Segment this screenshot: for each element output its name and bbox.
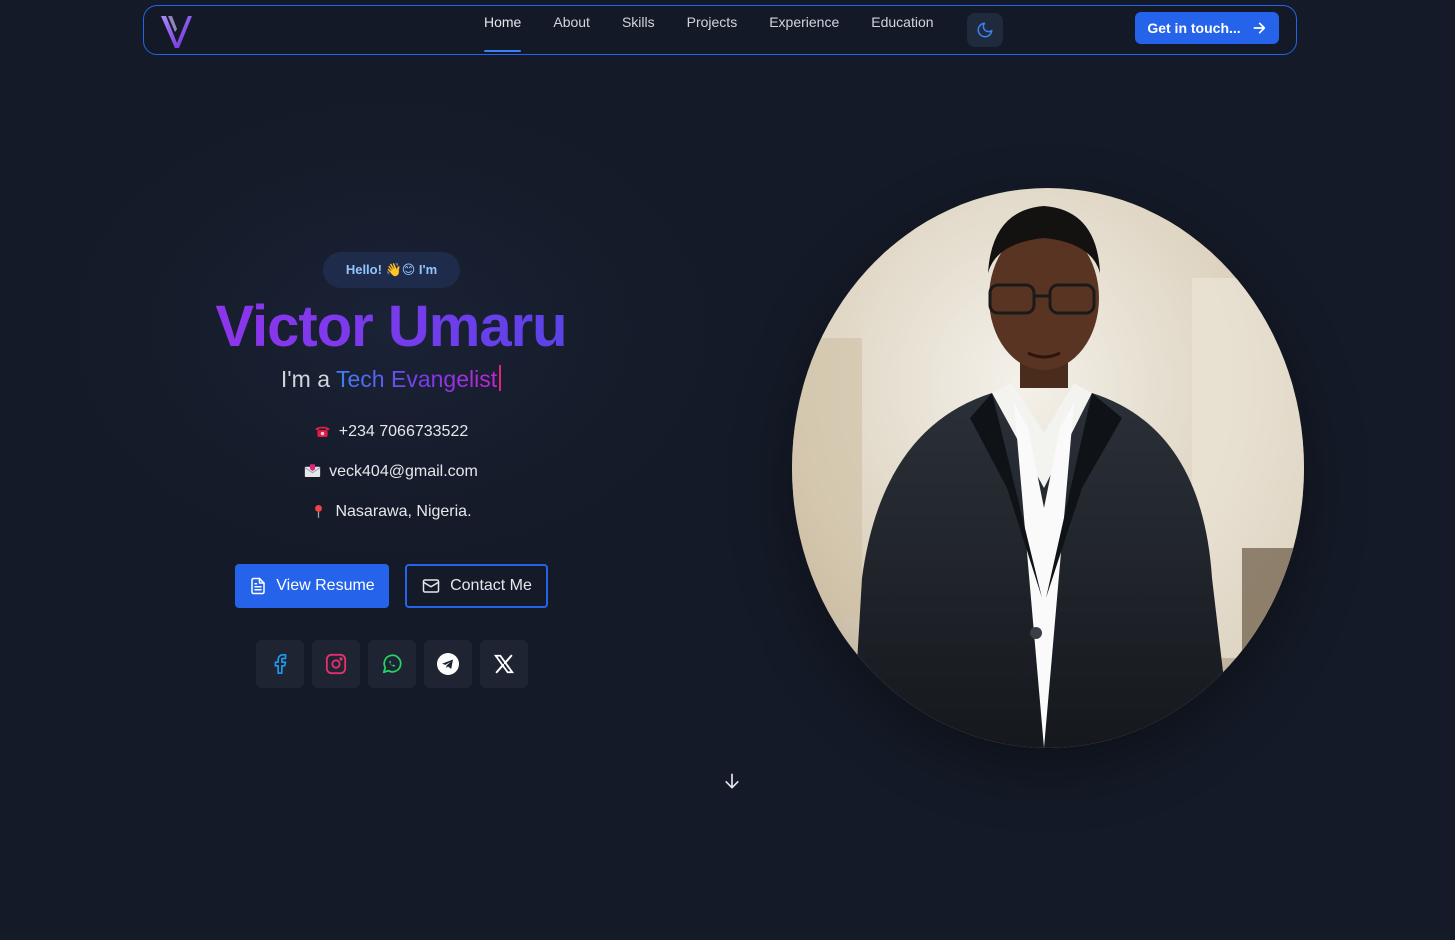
greeting-badge: Hello! 👋😊 I'm <box>323 252 460 288</box>
nav-link-education[interactable]: Education <box>855 6 949 54</box>
facebook-icon <box>274 654 287 674</box>
mail-icon <box>422 579 440 593</box>
email-address[interactable]: veck404@gmail.com <box>329 463 478 480</box>
logo-v-icon[interactable] <box>159 10 195 50</box>
nav-link-about[interactable]: About <box>537 6 606 54</box>
role-prefix: I'm a <box>280 366 331 392</box>
telegram-icon <box>437 653 459 675</box>
email-line: veck404@gmail.com <box>150 462 632 482</box>
location-line: Nasarawa, Nigeria. <box>150 502 632 522</box>
scroll-down-arrow-icon[interactable] <box>722 771 742 791</box>
instagram-link[interactable] <box>312 640 360 688</box>
social-links <box>256 640 528 688</box>
get-in-touch-label: Get in touch... <box>1147 20 1241 36</box>
nav-link-projects[interactable]: Projects <box>671 6 754 54</box>
document-icon <box>251 577 266 595</box>
get-in-touch-button[interactable]: Get in touch... <box>1135 12 1279 44</box>
profile-photo-illustration <box>792 188 1304 748</box>
hero-name: Victor Umaru <box>150 290 632 364</box>
x-link[interactable] <box>480 640 528 688</box>
view-resume-button[interactable]: View Resume <box>235 564 389 608</box>
phone-number[interactable]: +234 7066733522 <box>339 423 468 440</box>
contact-me-button[interactable]: Contact Me <box>405 564 548 608</box>
nav-link-home[interactable]: Home <box>468 6 537 54</box>
location-text: Nasarawa, Nigeria. <box>335 503 472 520</box>
envelope-icon <box>304 464 321 477</box>
arrow-right-icon <box>1253 22 1265 34</box>
facebook-link[interactable] <box>256 640 304 688</box>
x-icon <box>493 654 515 674</box>
profile-photo <box>792 188 1304 748</box>
moon-icon <box>977 22 993 38</box>
pin-icon <box>315 505 323 518</box>
nav-links: Home About Skills Projects Experience Ed… <box>468 6 950 54</box>
phone-line: +234 7066733522 <box>150 422 632 442</box>
telephone-icon <box>315 426 330 437</box>
whatsapp-link[interactable] <box>368 640 416 688</box>
navbar: Home About Skills Projects Experience Ed… <box>143 5 1297 55</box>
typing-cursor <box>499 365 502 391</box>
view-resume-label: View Resume <box>276 577 375 594</box>
hero-role: I'm a Tech Evangelist <box>150 363 632 395</box>
nav-link-experience[interactable]: Experience <box>753 6 855 54</box>
telegram-link[interactable] <box>424 640 472 688</box>
nav-link-skills[interactable]: Skills <box>606 6 671 54</box>
contact-me-label: Contact Me <box>450 577 532 594</box>
whatsapp-icon <box>382 654 402 674</box>
theme-toggle-button[interactable] <box>967 13 1003 47</box>
instagram-icon <box>325 653 347 675</box>
role-highlight: Tech Evangelist <box>336 366 498 392</box>
